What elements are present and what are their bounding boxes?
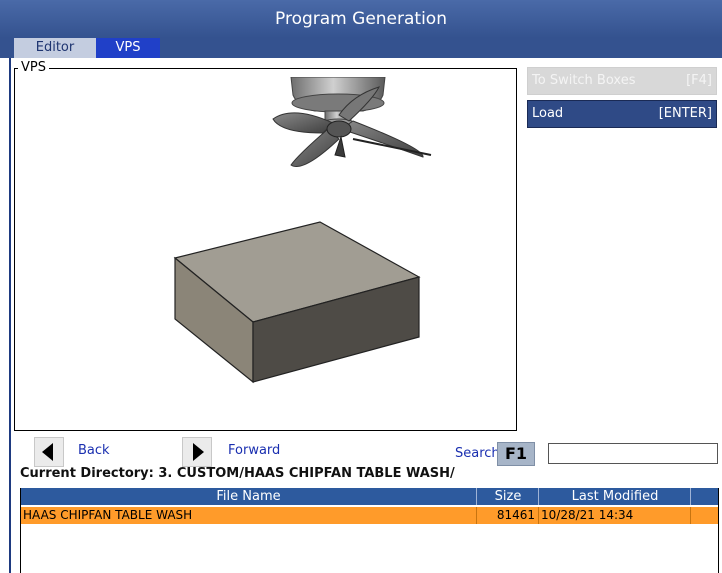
load-label: Load bbox=[532, 106, 564, 121]
back-arrow-icon bbox=[42, 443, 53, 461]
vps-preview-image bbox=[23, 77, 486, 426]
window-title: Program Generation bbox=[0, 0, 722, 38]
column-header-extra bbox=[690, 488, 719, 505]
workpiece-block-shape bbox=[173, 221, 421, 384]
forward-button[interactable] bbox=[182, 437, 212, 467]
column-header-size[interactable]: Size bbox=[476, 488, 539, 505]
switch-boxes-label: To Switch Boxes bbox=[532, 73, 636, 88]
column-header-file-name[interactable]: File Name bbox=[21, 488, 476, 505]
file-table-header: File Name Size Last Modified bbox=[21, 488, 718, 505]
chipfan-table-illustration bbox=[173, 77, 432, 384]
back-button[interactable] bbox=[34, 437, 64, 467]
switch-boxes-key: [F4] bbox=[686, 73, 712, 88]
forward-label[interactable]: Forward bbox=[228, 443, 280, 458]
file-size-cell: 81461 bbox=[476, 507, 538, 524]
file-table: File Name Size Last Modified HAAS CHIPFA… bbox=[20, 488, 719, 573]
search-f1-key[interactable]: F1 bbox=[497, 442, 535, 466]
search-label: Search bbox=[455, 446, 500, 461]
vps-panel-legend: VPS bbox=[18, 61, 49, 75]
left-border bbox=[9, 58, 11, 573]
file-modified-cell: 10/28/21 14:34 bbox=[538, 507, 693, 524]
column-header-last-modified[interactable]: Last Modified bbox=[538, 488, 691, 505]
current-directory: Current Directory: 3. CUSTOM/HAAS CHIPFA… bbox=[20, 466, 455, 481]
table-row[interactable]: HAAS CHIPFAN TABLE WASH 81461 10/28/21 1… bbox=[21, 507, 718, 524]
tab-bar: Editor VPS bbox=[0, 38, 722, 58]
load-button[interactable]: Load [ENTER] bbox=[527, 100, 717, 128]
back-label[interactable]: Back bbox=[78, 443, 110, 458]
forward-arrow-icon bbox=[193, 443, 204, 461]
file-extra-cell bbox=[690, 507, 719, 524]
switch-boxes-button[interactable]: To Switch Boxes [F4] bbox=[527, 67, 717, 95]
load-key: [ENTER] bbox=[658, 106, 712, 121]
search-input[interactable] bbox=[548, 443, 718, 464]
file-name-cell: HAAS CHIPFAN TABLE WASH bbox=[23, 508, 193, 522]
tab-editor[interactable]: Editor bbox=[14, 38, 96, 58]
tab-vps[interactable]: VPS bbox=[96, 38, 160, 58]
